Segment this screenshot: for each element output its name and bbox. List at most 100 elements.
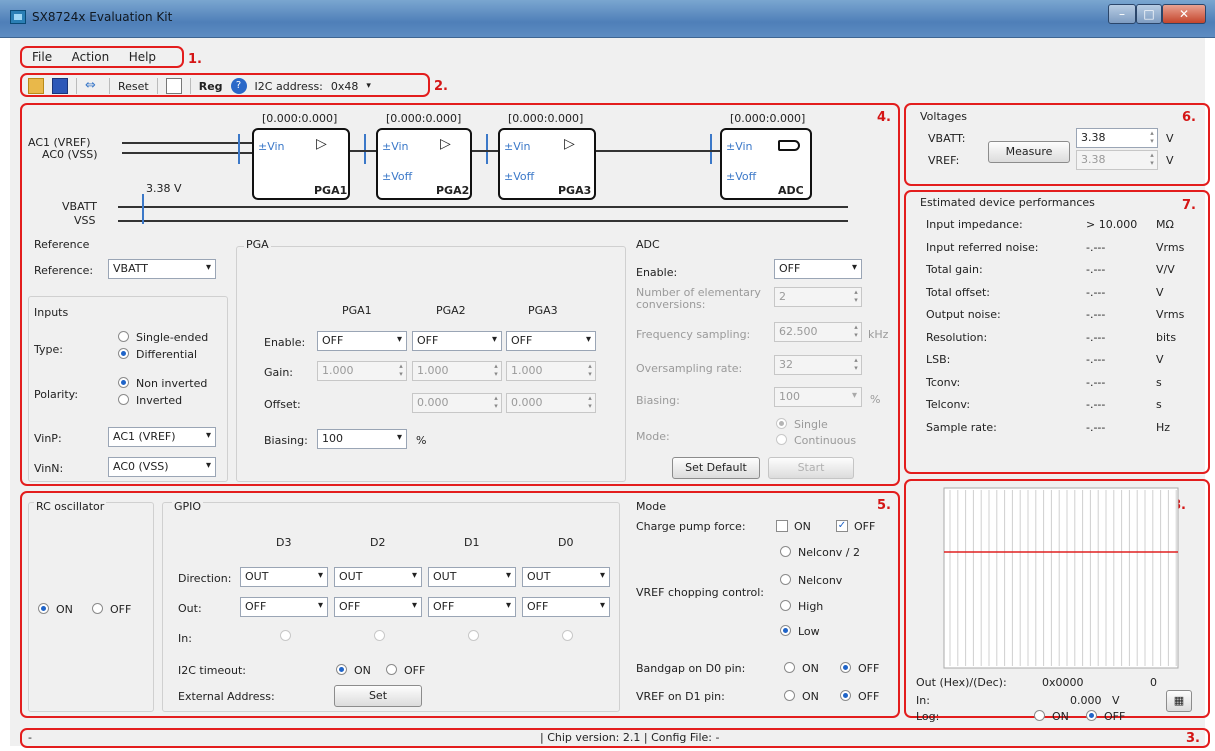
vref-d1-off-radio[interactable] xyxy=(840,690,851,701)
d3-out-select[interactable]: OFF xyxy=(240,597,328,617)
pga2-block[interactable]: ±Vin ▷ ±Voff PGA2 xyxy=(376,128,472,200)
pga-col-header: PGA1 xyxy=(342,304,372,317)
cp-on-checkbox[interactable] xyxy=(776,520,788,532)
d1-in-indicator xyxy=(468,630,479,641)
non-inverted-radio[interactable] xyxy=(118,377,129,388)
high-radio[interactable] xyxy=(780,600,791,611)
freq-sampling-stepper[interactable]: 62.500 xyxy=(774,322,862,342)
menu-file[interactable]: File xyxy=(24,48,60,66)
i2c-timeout-off-label: OFF xyxy=(404,664,426,677)
vbatt-label: VBATT xyxy=(62,200,97,213)
cp-off-checkbox[interactable]: ✓ xyxy=(836,520,848,532)
adc-biasing-select[interactable]: 100 xyxy=(774,387,862,407)
minimize-button[interactable]: – xyxy=(1108,4,1136,24)
pga2-gain-stepper[interactable]: 1.000 xyxy=(412,361,502,381)
perf-unit: V xyxy=(1156,285,1164,299)
perf-unit: V xyxy=(1156,353,1164,366)
pga2-offset-stepper[interactable]: 0.000 xyxy=(412,393,502,413)
reference-title: Reference xyxy=(34,238,90,251)
maximize-button[interactable]: □ xyxy=(1136,4,1162,24)
d1-direction-select[interactable]: OUT xyxy=(428,567,516,587)
num-conversions-stepper[interactable]: 2 xyxy=(774,287,862,307)
menu-help[interactable]: Help xyxy=(121,48,164,66)
pga3-block[interactable]: ±Vin ▷ ±Voff PGA3 xyxy=(498,128,596,200)
bandgap-on-radio[interactable] xyxy=(784,662,795,673)
d0-out-select[interactable]: OFF xyxy=(522,597,610,617)
d2-direction-select[interactable]: OUT xyxy=(334,567,422,587)
reset-button[interactable]: Reset xyxy=(118,80,149,93)
pga2-label: PGA2 xyxy=(436,184,470,197)
d1-out-select[interactable]: OFF xyxy=(428,597,516,617)
bandgap-off-radio[interactable] xyxy=(840,662,851,673)
i2c-address-select[interactable]: 0x48 xyxy=(331,80,359,93)
pga-biasing-select[interactable]: 100 xyxy=(317,429,407,449)
reference-select[interactable]: VBATT xyxy=(108,259,216,279)
measure-button[interactable]: Measure xyxy=(988,141,1070,163)
i2c-timeout-on-radio[interactable] xyxy=(336,664,347,675)
pga3-gain-stepper[interactable]: 1.000 xyxy=(506,361,596,381)
d3-direction-select[interactable]: OUT xyxy=(240,567,328,587)
save-icon[interactable] xyxy=(52,78,68,94)
help-icon[interactable]: ? xyxy=(230,78,247,94)
differential-radio[interactable] xyxy=(118,348,129,359)
menu-action[interactable]: Action xyxy=(64,48,118,66)
save-log-icon[interactable]: ▦ xyxy=(1166,690,1192,712)
continuous-radio[interactable] xyxy=(776,434,787,445)
gpio-title: GPIO xyxy=(172,500,204,513)
d2-out-select[interactable]: OFF xyxy=(334,597,422,617)
vinn-label: VinN: xyxy=(34,462,64,475)
pga2-enable-select[interactable]: OFF xyxy=(412,331,502,351)
signal-chain-diagram: [0.000:0.000] [0.000:0.000] [0.000:0.000… xyxy=(24,106,884,232)
perf-value: -.--- xyxy=(1086,420,1106,434)
pga3-offset-stepper[interactable]: 0.000 xyxy=(506,393,596,413)
vbatt-label: VBATT: xyxy=(928,132,966,145)
log-on-radio[interactable] xyxy=(1034,710,1045,721)
range-label: [0.000:0.000] xyxy=(730,112,806,125)
perf-label: Input impedance: xyxy=(926,218,1023,231)
perf-unit: s xyxy=(1156,375,1162,389)
vinp-label: VinP: xyxy=(34,432,62,445)
monitor-icon[interactable] xyxy=(165,78,182,94)
pga1-enable-select[interactable]: OFF xyxy=(317,331,407,351)
pga-gain-label: Gain: xyxy=(264,366,293,379)
close-button[interactable]: ✕ xyxy=(1162,4,1206,24)
adc-block[interactable]: ±Vin ±Voff ADC xyxy=(720,128,812,200)
set-default-button[interactable]: Set Default xyxy=(672,457,760,479)
open-icon[interactable] xyxy=(28,78,44,94)
nelconv-radio[interactable] xyxy=(780,574,791,585)
single-ended-radio[interactable] xyxy=(118,331,129,342)
perf-unit: Vrms xyxy=(1156,240,1185,254)
adc-biasing-unit: % xyxy=(870,393,881,406)
single-radio[interactable] xyxy=(776,418,787,429)
rc-on-radio[interactable] xyxy=(38,603,49,614)
vss-label: VSS xyxy=(74,214,96,227)
voff-label: ±Voff xyxy=(726,170,757,183)
vref-unit: V xyxy=(1166,154,1174,167)
chevron-down-icon[interactable]: ▾ xyxy=(366,81,371,91)
vinn-select[interactable]: AC0 (VSS) xyxy=(108,457,216,477)
vref-stepper[interactable]: 3.38 xyxy=(1076,150,1158,170)
log-off-radio[interactable] xyxy=(1086,710,1097,721)
connect-icon[interactable]: ⇔ xyxy=(85,78,101,94)
d2-in-indicator xyxy=(374,630,385,641)
vinp-select[interactable]: AC1 (VREF) xyxy=(108,427,216,447)
d0-direction-select[interactable]: OUT xyxy=(522,567,610,587)
reference-label: Reference: xyxy=(34,264,94,277)
rc-off-radio[interactable] xyxy=(92,603,103,614)
pga3-enable-select[interactable]: OFF xyxy=(506,331,596,351)
oversampling-stepper[interactable]: 32 xyxy=(774,355,862,375)
nelconv-half-radio[interactable] xyxy=(780,546,791,557)
pga1-block[interactable]: ±Vin ▷ PGA1 xyxy=(252,128,350,200)
start-button[interactable]: Start xyxy=(768,457,854,479)
vbatt-stepper[interactable]: 3.38 xyxy=(1076,128,1158,148)
vref-d1-on-radio[interactable] xyxy=(784,690,795,701)
low-radio[interactable] xyxy=(780,625,791,636)
pga1-gain-stepper[interactable]: 1.000 xyxy=(317,361,407,381)
polarity-label: Polarity: xyxy=(34,388,79,401)
inverted-radio[interactable] xyxy=(118,394,129,405)
i2c-timeout-off-radio[interactable] xyxy=(386,664,397,675)
adc-enable-select[interactable]: OFF xyxy=(774,259,862,279)
callout-1: 1. xyxy=(188,52,202,67)
ext-address-set-button[interactable]: Set xyxy=(334,685,422,707)
reg-button[interactable]: Reg xyxy=(199,80,223,93)
